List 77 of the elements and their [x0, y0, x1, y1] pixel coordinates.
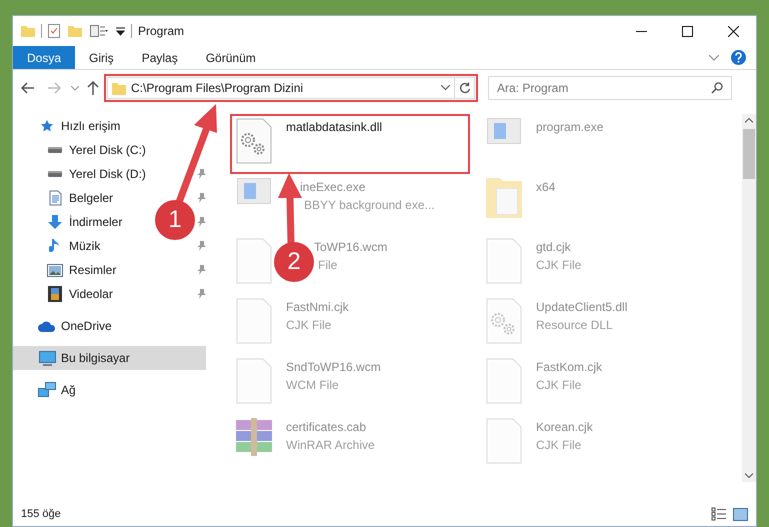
application-icon	[487, 118, 521, 144]
film-icon	[48, 286, 62, 302]
blank-file-icon	[234, 358, 274, 404]
scrollbar-thumb[interactable]	[743, 129, 755, 179]
cloud-icon	[38, 320, 56, 332]
search-input[interactable]: Ara: Program	[497, 79, 711, 97]
star-icon	[40, 119, 54, 133]
sidebar-item[interactable]: Müzik	[69, 237, 100, 255]
address-field[interactable]: C:\Program Files\Program Dizini	[107, 77, 455, 99]
scroll-up-icon[interactable]	[745, 118, 753, 123]
sidebar-item[interactable]: Resimler	[69, 261, 116, 279]
dropdown-caret-icon[interactable]	[116, 26, 125, 36]
file-type: File	[318, 257, 338, 274]
thumbnail-view-icon[interactable]	[733, 508, 748, 520]
file-type: CJK File	[536, 257, 582, 274]
down-arrow-icon	[47, 214, 63, 230]
file-type: WinRAR Archive	[286, 437, 375, 454]
ribbon-tab[interactable]: Dosya	[13, 46, 76, 69]
gear-file-icon	[234, 118, 274, 164]
blank-file-icon	[484, 418, 524, 464]
item-count: 155 öğe	[21, 506, 61, 522]
search-icon	[711, 82, 723, 94]
network-icon	[38, 382, 56, 398]
details-view-icon[interactable]	[711, 507, 727, 521]
file-name[interactable]: matlabdatasink.dll	[286, 118, 382, 136]
sidebar-item[interactable]: Yerel Disk (D:)	[69, 165, 146, 183]
blank-file-icon	[484, 238, 524, 284]
file-item[interactable]: matlabdatasink.dll	[230, 114, 470, 174]
music-note-icon	[49, 238, 61, 254]
archive-books-icon	[236, 418, 272, 456]
refresh-icon	[458, 82, 470, 94]
sidebar-item[interactable]: OneDrive	[61, 317, 112, 335]
sidebar-item[interactable]: İndirmeler	[69, 213, 122, 231]
ribbon-tab[interactable]: Giriş	[75, 46, 128, 69]
drive-icon	[48, 171, 62, 177]
gear-file-icon	[484, 298, 524, 344]
blank-file-icon	[484, 358, 524, 404]
minimize-icon	[636, 30, 646, 32]
sidebar-item[interactable]: Bu bilgisayar	[61, 349, 130, 367]
window-title: Program	[138, 23, 184, 40]
sidebar-item[interactable]: Hızlı erişim	[61, 117, 120, 135]
file-type: BBYY background exe...	[304, 197, 435, 214]
up-arrow-icon[interactable]	[87, 81, 99, 95]
ribbon-tab[interactable]: Paylaş	[128, 46, 192, 69]
back-arrow-icon[interactable]	[21, 82, 35, 94]
scroll-down-icon[interactable]	[745, 473, 753, 478]
chevron-down-icon[interactable]	[441, 85, 450, 91]
document-icon	[48, 190, 62, 206]
picture-icon	[47, 264, 63, 276]
file-type: WCM File	[286, 377, 340, 394]
file-type: Resource DLL	[536, 317, 614, 334]
sidebar-item[interactable]: Belgeler	[69, 189, 114, 207]
file-type: CJK File	[536, 437, 582, 454]
folder-icon	[21, 25, 35, 37]
chevron-down-icon[interactable]	[709, 54, 719, 60]
blank-file-icon	[234, 298, 274, 344]
monitor-icon	[38, 350, 56, 366]
maximize-icon	[682, 26, 692, 36]
help-icon[interactable]	[731, 50, 746, 65]
ribbon-tab[interactable]: Görünüm	[192, 46, 270, 69]
sidebar-item[interactable]: Yerel Disk (C:)	[69, 141, 146, 159]
address-path: C:\Program Files\Program Dizini	[131, 80, 304, 97]
file-type: CJK File	[536, 377, 582, 394]
checklist-icon[interactable]	[48, 24, 60, 38]
application-icon	[237, 178, 271, 204]
sidebar-item[interactable]: Videolar	[69, 285, 113, 303]
scrollbar[interactable]	[742, 114, 756, 482]
drive-icon	[48, 147, 62, 153]
close-icon	[728, 26, 738, 36]
properties-icon[interactable]	[90, 25, 108, 37]
search-field[interactable]: Ara: Program	[488, 76, 732, 100]
folder-icon	[112, 81, 126, 95]
blank-file-icon	[234, 238, 274, 284]
folder-icon	[486, 178, 522, 218]
refresh-button[interactable]	[455, 77, 475, 99]
sidebar-item[interactable]: Ağ	[61, 381, 76, 399]
file-type: CJK File	[286, 317, 332, 334]
